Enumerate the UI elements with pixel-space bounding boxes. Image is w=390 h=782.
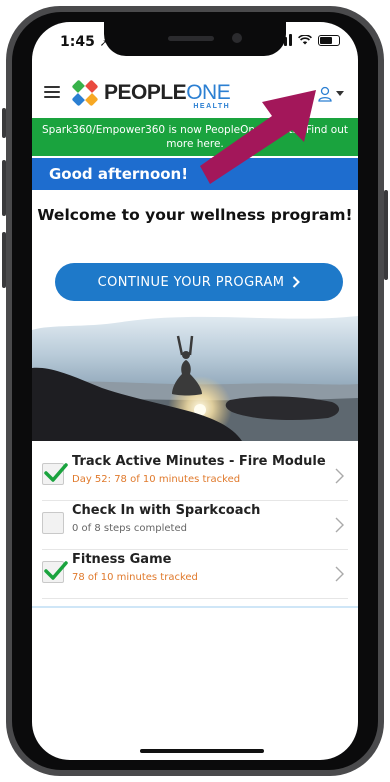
chevron-right-icon: [293, 276, 301, 288]
activity-subtitle: 78 of 10 minutes tracked: [72, 572, 198, 583]
greeting-text: Good afternoon!: [49, 165, 189, 183]
activity-list: Track Active Minutes - Fire Module Day 52…: [32, 452, 358, 599]
annotation-arrow-icon: [200, 90, 316, 184]
user-menu-button[interactable]: [318, 86, 344, 102]
continue-button-label: CONTINUE YOUR PROGRAM: [97, 274, 285, 290]
logo-cross-icon: [72, 80, 98, 106]
activity-subtitle: Day 52: 78 of 10 minutes tracked: [72, 474, 241, 485]
volume-up-button: [2, 160, 6, 216]
chevron-right-icon: [335, 468, 344, 488]
phone-notch: [104, 22, 286, 56]
mute-switch: [2, 108, 6, 138]
user-icon: [318, 86, 332, 102]
status-time: 1:45 ➚: [60, 34, 108, 50]
activity-checkbox: [42, 561, 68, 583]
activity-title: Check In with Sparkcoach: [72, 503, 261, 518]
check-icon: [44, 561, 68, 580]
front-camera: [232, 33, 242, 43]
activity-checkbox: [42, 512, 64, 534]
home-indicator[interactable]: [140, 749, 264, 753]
chevron-right-icon: [335, 566, 344, 586]
welcome-heading: Welcome to your wellness program!: [37, 206, 353, 224]
activity-item[interactable]: Track Active Minutes - Fire Module Day 52…: [42, 452, 348, 501]
power-button: [384, 190, 388, 280]
logo-people-text: PEOPLE: [104, 81, 187, 104]
menu-icon[interactable]: [44, 86, 60, 98]
yoga-hero-image: [32, 308, 358, 441]
activity-item[interactable]: Fitness Game 78 of 10 minutes tracked: [42, 550, 348, 599]
status-time-text: 1:45: [60, 34, 95, 50]
chevron-right-icon: [335, 517, 344, 537]
speaker-grille: [168, 36, 214, 41]
list-divider: [32, 606, 358, 608]
wifi-icon: [298, 35, 312, 45]
activity-title: Track Active Minutes - Fire Module: [72, 454, 326, 469]
activity-title: Fitness Game: [72, 552, 172, 567]
check-icon: [44, 463, 68, 482]
continue-program-button[interactable]: CONTINUE YOUR PROGRAM: [55, 263, 343, 301]
activity-checkbox: [42, 463, 68, 485]
volume-down-button: [2, 232, 6, 288]
activity-item[interactable]: Check In with Sparkcoach 0 of 8 steps com…: [42, 501, 348, 550]
battery-icon: [318, 34, 340, 46]
activity-subtitle: 0 of 8 steps completed: [72, 523, 187, 534]
caret-down-icon: [336, 91, 344, 96]
